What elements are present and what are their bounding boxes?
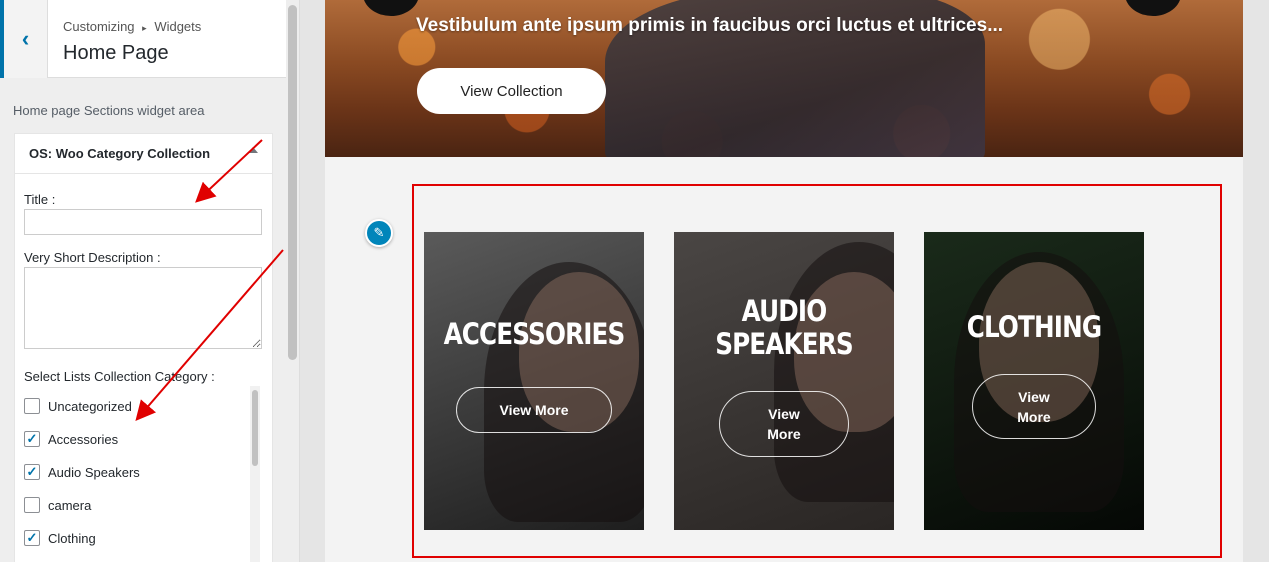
category-card-clothing[interactable]: CLOTHING View More [924,232,1144,530]
button-text-line: More [1017,408,1051,425]
sidebar-scrollbar[interactable] [288,5,297,360]
category-label: Audio Speakers [48,464,140,480]
card-title: CLOTHING [966,310,1102,344]
card-title-line: SPEAKERS [715,327,853,361]
site-preview: Vestibulum ante ipsum primis in faucibus… [301,0,1269,562]
button-text-line: More [767,426,801,442]
category-item-accessories[interactable]: ✓ Accessories [24,429,118,449]
breadcrumb-separator-icon: ▸ [142,23,147,33]
view-collection-button[interactable]: View Collection [417,68,606,114]
widget-header[interactable]: OS: Woo Category Collection [15,134,272,174]
category-select-label: Select Lists Collection Category : [24,369,215,384]
breadcrumb-child: Widgets [154,19,202,34]
category-label: camera [48,497,92,513]
collapse-arrow-icon[interactable] [248,147,258,153]
widget-title: OS: Woo Category Collection [29,146,211,161]
card-title-line: AUDIO [741,294,828,328]
view-more-button[interactable]: View More [719,391,849,457]
category-item-uncategorized[interactable]: Uncategorized [24,396,132,416]
view-more-button[interactable]: View More [456,387,612,433]
button-text-line: View [768,406,800,422]
card-title: ACCESSORIES [443,317,626,351]
category-card-accessories[interactable]: ACCESSORIES View More [424,232,644,530]
category-item-camera[interactable]: camera [24,495,91,515]
checkbox-unchecked-icon[interactable] [24,497,40,513]
section-title: Home Page [63,42,169,64]
card-title: AUDIO SPEAKERS [691,295,878,361]
sidebar-header: ‹ Customizing ▸ Widgets Home Page [0,0,286,78]
hero-text: Vestibulum ante ipsum primis in faucibus… [416,15,1004,36]
view-more-button[interactable]: View More [972,374,1096,439]
checkbox-unchecked-icon[interactable] [24,398,40,414]
breadcrumb-parent: Customizing [63,19,135,34]
checkbox-checked-icon[interactable]: ✓ [24,464,40,480]
back-button[interactable]: ‹ [0,0,48,78]
button-text-line: View [1018,388,1050,405]
preview-page: Vestibulum ante ipsum primis in faucibus… [325,0,1243,562]
woo-category-widget: OS: Woo Category Collection Title : Very… [14,133,273,562]
category-card-audio-speakers[interactable]: AUDIO SPEAKERS View More [674,232,894,530]
chevron-left-icon: ‹ [21,26,30,51]
breadcrumb: Customizing ▸ Widgets [63,19,201,34]
category-item-clothing[interactable]: ✓ Clothing [24,528,96,548]
title-input[interactable] [24,209,262,235]
widget-area-label: Home page Sections widget area [13,103,205,118]
pencil-icon: ✎ [373,225,385,240]
customizer-sidebar: ‹ Customizing ▸ Widgets Home Page Home p… [0,0,300,562]
category-list-scrollbar[interactable] [250,386,260,562]
hero-banner: Vestibulum ante ipsum primis in faucibus… [325,0,1243,157]
checkbox-checked-icon[interactable]: ✓ [24,530,40,546]
scrollbar-thumb[interactable] [252,390,258,466]
checkbox-checked-icon[interactable]: ✓ [24,431,40,447]
category-label: Accessories [48,431,119,447]
description-label: Very Short Description : [24,250,161,265]
category-label: Uncategorized [48,398,132,414]
category-item-audio-speakers[interactable]: ✓ Audio Speakers [24,462,140,482]
title-label: Title : [24,192,56,207]
customizer-window: ‹ Customizing ▸ Widgets Home Page Home p… [0,0,1269,562]
description-textarea[interactable] [24,267,262,349]
edit-shortcut-button[interactable]: ✎ [365,219,393,247]
category-label: Clothing [48,530,96,546]
category-list: Uncategorized ✓ Accessories ✓ Audio Spea… [24,386,264,562]
